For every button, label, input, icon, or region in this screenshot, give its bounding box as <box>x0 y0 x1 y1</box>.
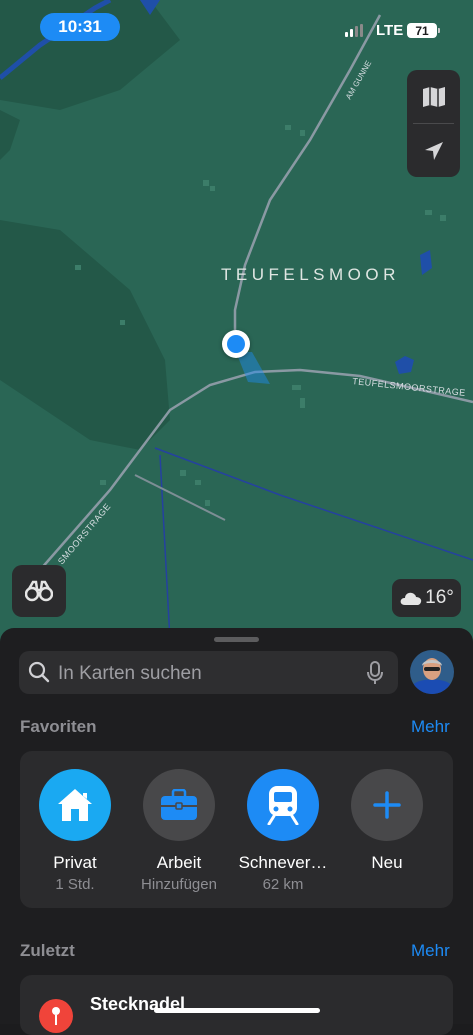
profile-photo <box>410 650 454 694</box>
pin-icon <box>39 999 73 1033</box>
recents-more-link[interactable]: Mehr <box>411 941 450 961</box>
battery-tip <box>438 28 440 33</box>
house-icon <box>58 789 92 821</box>
binoculars-icon <box>25 580 53 602</box>
map-controls <box>407 70 460 177</box>
favorite-label: Neu <box>371 853 403 872</box>
favorite-label: Arbeit <box>156 853 202 872</box>
temperature-label: 16° <box>425 587 454 608</box>
favorite-sub: 62 km <box>262 876 304 893</box>
locate-button[interactable] <box>407 124 460 177</box>
train-icon <box>267 786 299 825</box>
favorites-more-link[interactable]: Mehr <box>411 717 450 737</box>
battery-level: 71 <box>415 23 429 38</box>
weather-badge[interactable]: 16° <box>392 579 461 617</box>
user-location-marker[interactable] <box>222 330 250 358</box>
place-label[interactable]: TEUFELSMOOR <box>221 265 400 285</box>
location-dot <box>227 335 245 353</box>
recents-card[interactable]: Stecknadel <box>20 975 453 1035</box>
briefcase-icon <box>161 789 197 820</box>
favorite-item-schnever[interactable]: Schnever… 62 km <box>231 769 335 893</box>
favorite-item-neu[interactable]: Neu <box>335 769 439 873</box>
location-arrow-icon <box>424 141 443 160</box>
favorite-label: Schnever… <box>238 853 328 872</box>
favorite-icon-circle <box>39 769 111 841</box>
favorites-title: Favoriten <box>20 717 97 736</box>
road-label-teufelsmoorstrasse-west: SMOORSTRAGE <box>56 501 113 566</box>
favorite-label: Privat <box>53 853 97 872</box>
look-around-button[interactable] <box>12 565 66 617</box>
status-bar: 10:31 LTE 71 <box>0 0 473 56</box>
search-input[interactable]: In Karten suchen <box>58 663 202 685</box>
search-icon <box>28 661 50 683</box>
favorite-item-privat[interactable]: Privat 1 Std. <box>23 769 127 893</box>
road-label-am-gunne: AM GUNNE <box>344 59 373 101</box>
cloud-icon <box>400 592 422 605</box>
plus-icon <box>373 791 401 819</box>
bottom-sheet: In Karten suchen Favoriten Mehr Privat 1… <box>0 628 473 1035</box>
battery-icon: 71 <box>407 23 437 38</box>
favorite-sub: Hinzufügen <box>141 876 217 893</box>
map-mode-button[interactable] <box>407 70 460 123</box>
search-bar[interactable]: In Karten suchen <box>19 651 398 694</box>
favorite-icon-circle <box>143 769 215 841</box>
home-indicator[interactable] <box>154 1008 320 1013</box>
network-type: LTE <box>376 22 404 39</box>
favorite-icon-circle <box>351 769 423 841</box>
favorite-sub: 1 Std. <box>55 876 95 893</box>
favorite-icon-circle <box>247 769 319 841</box>
avatar[interactable] <box>410 650 454 694</box>
favorite-item-arbeit[interactable]: Arbeit Hinzufügen <box>127 769 231 893</box>
status-time[interactable]: 10:31 <box>40 13 120 41</box>
favorites-card: Privat 1 Std. Arbeit Hinzufügen Schnever… <box>20 751 453 908</box>
map-view[interactable]: AM GUNNE TEUFELSMOORSTRAGE SMOORSTRAGE T… <box>0 0 473 660</box>
recents-title: Zuletzt <box>20 941 75 960</box>
microphone-icon[interactable] <box>367 661 383 685</box>
map-icon <box>422 86 445 107</box>
signal-icon <box>345 24 363 37</box>
sheet-grabber[interactable] <box>214 637 259 642</box>
road-label-teufelsmoorstrasse-east: TEUFELSMOORSTRAGE <box>352 376 466 398</box>
